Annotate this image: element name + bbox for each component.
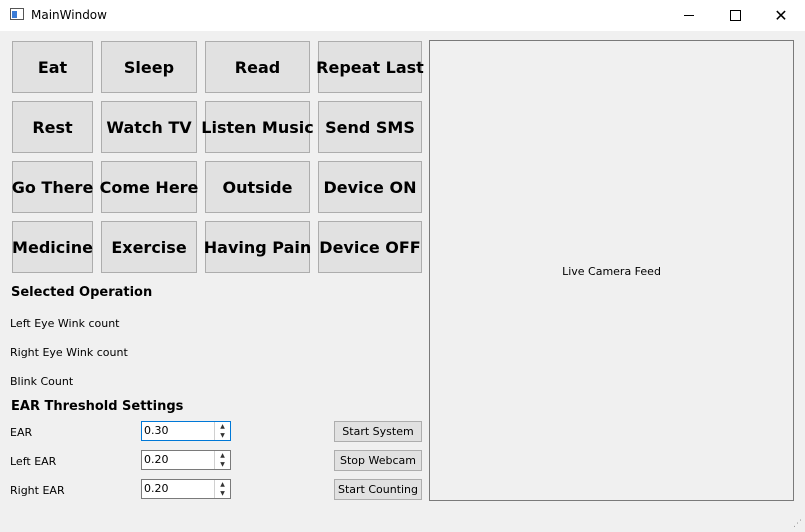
left-ear-label: Left EAR [10, 455, 57, 468]
resize-grip-icon[interactable]: ⋰ [793, 519, 802, 529]
exercise-button[interactable]: Exercise [101, 221, 197, 273]
camera-feed-panel: Live Camera Feed [429, 40, 794, 501]
right-ear-value[interactable]: 0.20 [144, 482, 169, 495]
send-sms-button[interactable]: Send SMS [318, 101, 422, 153]
step-down-icon[interactable]: ▼ [215, 460, 230, 469]
go-there-button[interactable]: Go There [12, 161, 93, 213]
close-icon: ✕ [774, 5, 788, 25]
left-ear-spinbox[interactable]: 0.20 ▲ ▼ [141, 450, 231, 470]
step-up-icon[interactable]: ▲ [215, 451, 230, 460]
device-on-button[interactable]: Device ON [318, 161, 422, 213]
start-system-button[interactable]: Start System [334, 421, 422, 442]
start-counting-button[interactable]: Start Counting [334, 479, 422, 500]
having-pain-button[interactable]: Having Pain [204, 221, 311, 273]
main-window: MainWindow ✕ Eat Sleep Read Repeat Last … [0, 0, 805, 532]
come-here-button[interactable]: Come Here [100, 161, 198, 213]
medicine-button[interactable]: Medicine [12, 221, 93, 273]
ear-spinbox[interactable]: 0.30 ▲ ▼ [141, 421, 231, 441]
step-up-icon[interactable]: ▲ [215, 422, 230, 431]
window-title: MainWindow [31, 8, 107, 22]
right-ear-spinbox[interactable]: 0.20 ▲ ▼ [141, 479, 231, 499]
listen-music-button[interactable]: Listen Music [201, 101, 314, 153]
maximize-button[interactable] [712, 0, 758, 31]
blink-count-label: Blink Count [10, 375, 74, 388]
ear-label: EAR [10, 426, 33, 439]
read-button[interactable]: Read [205, 41, 310, 93]
right-ear-stepper[interactable]: ▲ ▼ [214, 480, 230, 498]
camera-feed-label: Live Camera Feed [562, 265, 661, 278]
device-off-button[interactable]: Device OFF [318, 221, 422, 273]
step-up-icon[interactable]: ▲ [215, 480, 230, 489]
step-down-icon[interactable]: ▼ [215, 431, 230, 440]
minimize-button[interactable] [666, 0, 712, 31]
left-ear-value[interactable]: 0.20 [144, 453, 169, 466]
sleep-button[interactable]: Sleep [101, 41, 197, 93]
right-wink-count-label: Right Eye Wink count [10, 346, 128, 359]
eat-button[interactable]: Eat [12, 41, 93, 93]
step-down-icon[interactable]: ▼ [215, 489, 230, 498]
close-button[interactable]: ✕ [758, 0, 804, 31]
outside-button[interactable]: Outside [205, 161, 310, 213]
ear-value[interactable]: 0.30 [144, 424, 169, 437]
repeat-last-button[interactable]: Repeat Last [316, 41, 424, 93]
rest-button[interactable]: Rest [12, 101, 93, 153]
ear-stepper[interactable]: ▲ ▼ [214, 422, 230, 440]
watch-tv-button[interactable]: Watch TV [101, 101, 197, 153]
minimize-icon [684, 15, 694, 16]
title-bar: MainWindow ✕ [0, 0, 805, 31]
maximize-icon [729, 10, 741, 21]
left-ear-stepper[interactable]: ▲ ▼ [214, 451, 230, 469]
app-icon [10, 8, 24, 20]
right-ear-label: Right EAR [10, 484, 65, 497]
stop-webcam-button[interactable]: Stop Webcam [334, 450, 422, 471]
selected-operation-label: Selected Operation [11, 285, 153, 300]
left-wink-count-label: Left Eye Wink count [10, 317, 120, 330]
ear-threshold-heading: EAR Threshold Settings [11, 399, 184, 414]
